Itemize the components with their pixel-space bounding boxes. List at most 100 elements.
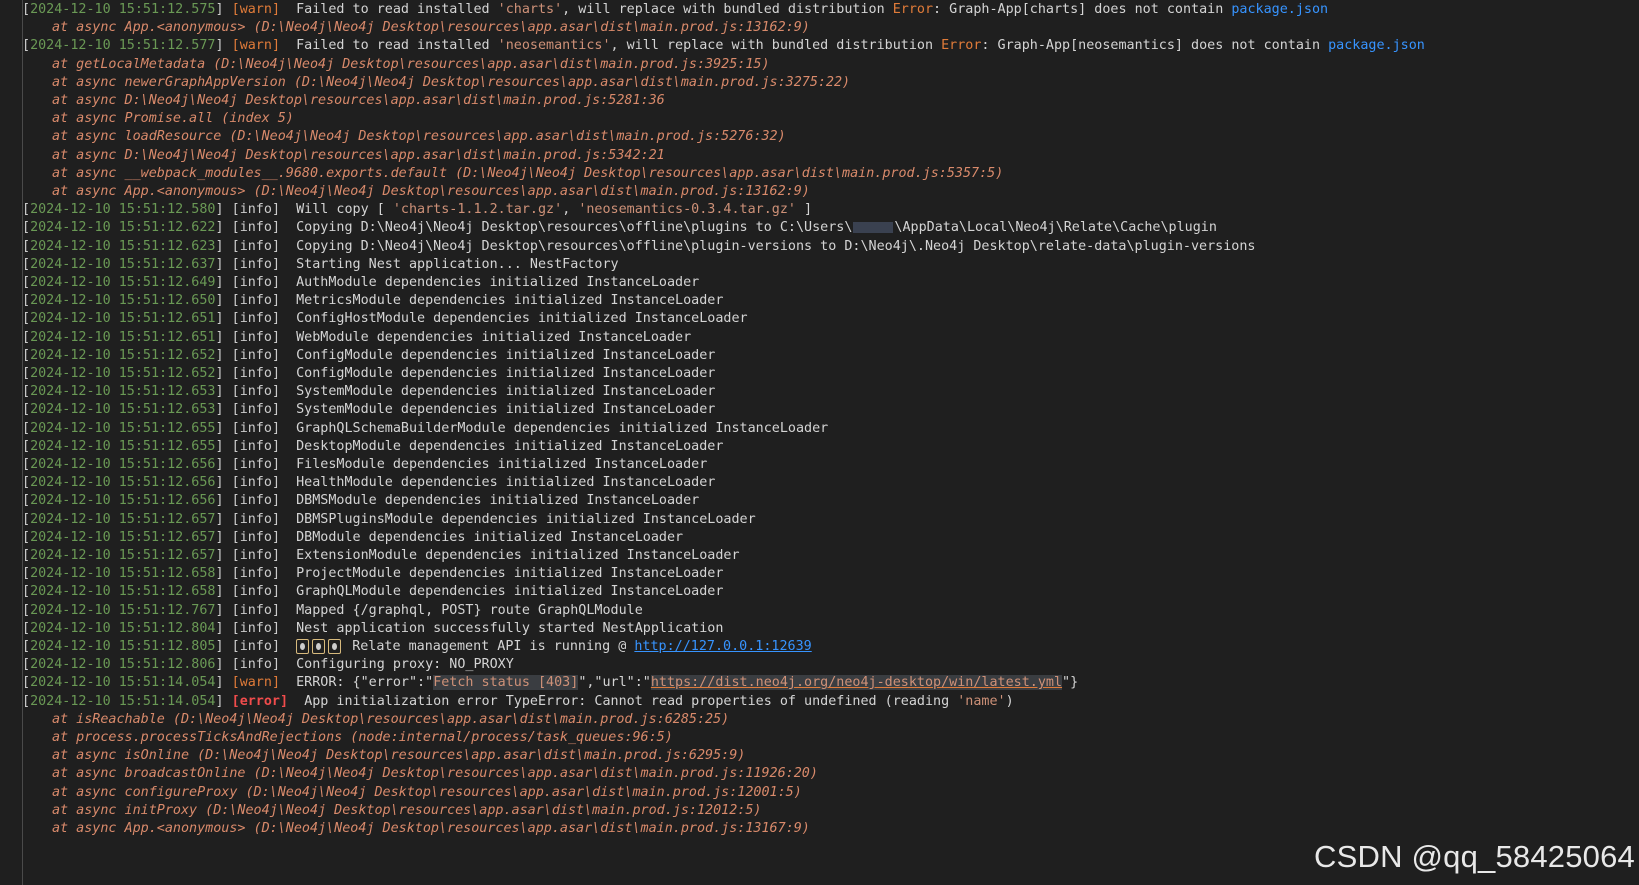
log-level-text: info [239, 293, 272, 309]
log-timestamp: 2024-12-10 15:51:12.650 [30, 293, 216, 309]
highlighted-url[interactable]: https://dist.neo4j.org/neo4j-desktop/win… [650, 675, 1063, 691]
log-timestamp: 2024-12-10 15:51:12.657 [30, 511, 216, 527]
log-level-text: info [239, 220, 272, 236]
log-line: [2024-12-10 15:51:12.656] [info] FilesMo… [22, 457, 708, 472]
log-timestamp: 2024-12-10 15:51:12.577 [30, 38, 216, 54]
log-timestamp: 2024-12-10 15:51:12.652 [30, 347, 216, 363]
log-message: Relate management API is running @ [352, 639, 635, 654]
log-line: [2024-12-10 15:51:12.637] [info] Startin… [22, 256, 619, 272]
log-message: , will replace with bundled distribution [610, 38, 942, 54]
log-timestamp: 2024-12-10 15:51:12.653 [30, 402, 216, 418]
log-timestamp: 2024-12-10 15:51:12.656 [30, 457, 216, 472]
log-message: , [562, 202, 579, 218]
log-level-text: info [239, 366, 272, 381]
log-line: [2024-12-10 15:51:12.653] [info] SystemM… [22, 384, 716, 400]
log-level-text: info [239, 402, 272, 418]
log-message: Failed to read installed [296, 2, 498, 17]
stack-trace-line: at async loadResource (D:\Neo4j\Neo4j De… [52, 129, 786, 145]
log-timestamp: 2024-12-10 15:51:12.657 [30, 548, 216, 563]
redacted-username [853, 221, 894, 233]
log-message: : Graph-App[neosemantics] does not conta… [981, 38, 1329, 54]
log-line: [2024-12-10 15:51:12.657] [info] Extensi… [22, 548, 740, 563]
stack-trace-line: at async Promise.all (index 5) [52, 111, 294, 127]
log-level-text: info [239, 256, 272, 272]
log-level-badge: [info] [231, 238, 280, 254]
log-level-badge: [info] [231, 457, 280, 472]
log-timestamp: 2024-12-10 15:51:12.655 [30, 438, 216, 454]
log-line: [2024-12-10 15:51:12.655] [info] GraphQL… [22, 420, 829, 436]
log-line: [2024-12-10 15:51:12.653] [info] SystemM… [22, 402, 716, 418]
log-level-badge: [info] [231, 639, 280, 654]
error-keyword: Error [892, 2, 934, 17]
log-message: Copying D:\Neo4j\Neo4j Desktop\resources… [296, 238, 1256, 254]
log-line: [2024-12-10 15:51:12.652] [info] ConfigM… [22, 347, 716, 363]
log-line: [2024-12-10 15:51:12.649] [info] AuthMod… [22, 275, 700, 290]
log-line: [2024-12-10 15:51:12.658] [info] GraphQL… [22, 584, 724, 600]
log-message: , will replace with bundled distribution [562, 2, 893, 17]
file-link[interactable]: package.json [1328, 38, 1425, 53]
log-message: DBMSPluginsModule dependencies initializ… [296, 511, 756, 527]
log-level-text: info [239, 347, 272, 363]
log-level-text: info [239, 548, 272, 563]
log-level-badge: [info] [231, 420, 280, 436]
log-message: HealthModule dependencies initialized In… [296, 475, 716, 491]
log-message: SystemModule dependencies initialized In… [296, 384, 716, 400]
log-timestamp: 2024-12-10 15:51:12.652 [30, 366, 216, 381]
log-message: : Graph-App[charts] does not contain [933, 2, 1232, 17]
log-level-badge: [info] [231, 329, 280, 345]
log-level-text: error [239, 693, 280, 709]
log-timestamp: 2024-12-10 15:51:14.054 [30, 693, 216, 709]
log-level-badge: [error] [231, 693, 289, 709]
log-message: DBModule dependencies initialized Instan… [296, 529, 684, 545]
log-level-badge: [warn] [231, 675, 280, 691]
log-level-text: info [239, 438, 272, 454]
log-timestamp: 2024-12-10 15:51:12.651 [30, 329, 216, 345]
log-line: [2024-12-10 15:51:12.767] [info] Mapped … [22, 602, 643, 618]
error-keyword: Error [941, 38, 982, 54]
log-level-text: info [239, 529, 272, 545]
log-message: ] [795, 202, 813, 218]
watermark: CSDN @qq_58425064 [1314, 839, 1635, 874]
highlighted-text: Fetch status [403] [433, 675, 579, 691]
file-link[interactable]: package.json [1231, 2, 1328, 17]
log-level-badge: [info] [231, 275, 280, 290]
stack-trace-line: at getLocalMetadata (D:\Neo4j\Neo4j Desk… [52, 56, 770, 72]
log-level-badge: [info] [231, 347, 280, 363]
log-level-text: info [239, 384, 272, 400]
url-link[interactable]: http://127.0.0.1:12639 [634, 639, 811, 654]
log-line: [2024-12-10 15:51:12.652] [info] ConfigM… [22, 366, 716, 381]
string-literal: 'charts-1.1.2.tar.gz' [392, 202, 563, 218]
log-level-text: info [239, 457, 272, 472]
log-level-text: info [239, 238, 272, 254]
log-line: [2024-12-10 15:51:12.622] [info] Copying… [22, 220, 1217, 236]
log-message: ","url":" [578, 675, 651, 691]
log-line: [2024-12-10 15:51:12.650] [info] Metrics… [22, 293, 724, 309]
log-message: Starting Nest application... NestFactory [296, 256, 619, 272]
log-level-text: info [239, 275, 272, 290]
log-line: [2024-12-10 15:51:12.657] [info] DBModul… [22, 529, 684, 545]
stack-trace-line: at process.processTicksAndRejections (no… [52, 730, 673, 745]
log-level-badge: [info] [231, 220, 280, 236]
stack-trace-line: at async App.<anonymous> (D:\Neo4j\Neo4j… [52, 20, 810, 36]
log-level-badge: [info] [231, 620, 280, 636]
stack-trace-line: at isReachable (D:\Neo4j\Neo4j Desktop\r… [52, 711, 730, 727]
log-timestamp: 2024-12-10 15:51:12.658 [30, 566, 216, 582]
emoji-icon [328, 638, 342, 654]
log-line: [2024-12-10 15:51:12.658] [info] Project… [22, 566, 724, 582]
stack-trace-line: at async newerGraphAppVersion (D:\Neo4j\… [52, 74, 851, 90]
string-literal: 'charts' [497, 2, 563, 17]
log-message: SystemModule dependencies initialized In… [296, 402, 716, 418]
log-timestamp: 2024-12-10 15:51:12.767 [30, 602, 216, 618]
log-line: [2024-12-10 15:51:12.575] [warn] Failed … [22, 2, 1329, 17]
log-message: MetricsModule dependencies initialized I… [296, 293, 724, 309]
log-level-badge: [info] [231, 256, 280, 272]
log-message: GraphQLModule dependencies initialized I… [296, 584, 724, 600]
log-message: Mapped {/graphql, POST} route GraphQLMod… [296, 602, 643, 618]
terminal-output[interactable]: [2024-12-10 15:51:12.575] [warn] Failed … [0, 0, 1639, 885]
log-line: [2024-12-10 15:51:12.651] [info] WebModu… [22, 329, 692, 345]
log-level-badge: [warn] [231, 38, 280, 54]
log-line: [2024-12-10 15:51:12.806] [info] Configu… [22, 657, 514, 673]
log-timestamp: 2024-12-10 15:51:12.653 [30, 384, 216, 400]
log-message: Will copy [ [296, 202, 393, 218]
log-level-badge: [info] [231, 493, 280, 509]
